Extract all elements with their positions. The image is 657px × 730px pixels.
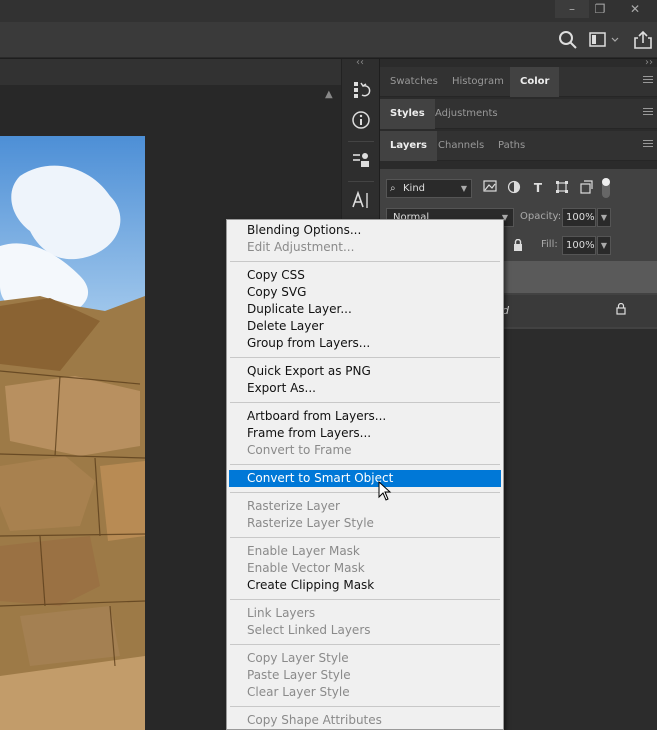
share-icon[interactable] xyxy=(633,30,653,50)
menu-item-copy-shape-attributes: Copy Shape Attributes xyxy=(247,713,382,727)
close-button[interactable]: ✕ xyxy=(618,0,652,18)
menu-item-edit-adjustment: Edit Adjustment... xyxy=(247,240,355,254)
tab-color[interactable]: Color xyxy=(510,67,560,97)
menu-item-select-linked-layers: Select Linked Layers xyxy=(247,623,371,637)
color-panel-tabs: Swatches Histogram Color xyxy=(380,67,657,97)
menu-separator xyxy=(230,402,500,403)
panel-menu-icon[interactable] xyxy=(643,140,653,150)
filter-shape-icon[interactable] xyxy=(554,180,570,196)
history-icon[interactable] xyxy=(346,75,376,105)
scroll-up-icon[interactable]: ▲ xyxy=(325,89,333,100)
menu-item-blending-options[interactable]: Blending Options... xyxy=(229,222,501,239)
layer-filter-row: ⌕ Kind ▼ T xyxy=(386,177,651,201)
menu-item-duplicate-layer[interactable]: Duplicate Layer... xyxy=(229,301,501,318)
character-icon[interactable] xyxy=(346,185,376,215)
menu-item-quick-export-as-png[interactable]: Quick Export as PNG xyxy=(229,363,501,380)
menu-item-clear-layer-style: Clear Layer Style xyxy=(247,685,350,699)
menu-item-copy-css[interactable]: Copy CSS xyxy=(229,267,501,284)
tab-swatches[interactable]: Swatches xyxy=(380,67,448,97)
menu-item-group-from-layers[interactable]: Group from Layers... xyxy=(229,335,501,352)
menu-item-convert-to-smart-object[interactable]: Convert to Smart Object xyxy=(229,470,501,487)
fill-label: Fill: xyxy=(541,239,558,250)
menu-separator xyxy=(230,464,500,465)
restore-button[interactable]: ❐ xyxy=(583,0,617,18)
workspace-icon[interactable] xyxy=(588,30,620,50)
layers-panel-tabs: Layers Channels Paths xyxy=(380,131,657,161)
tab-channels[interactable]: Channels xyxy=(428,131,494,161)
filter-kind-select[interactable]: ⌕ Kind ▼ xyxy=(386,179,472,198)
menu-item-enable-layer-mask: Enable Layer Mask xyxy=(247,544,360,558)
filter-kind-label: Kind xyxy=(403,183,426,194)
menu-item-enable-vector-mask: Enable Vector Mask xyxy=(247,561,365,575)
panel-menu-icon[interactable] xyxy=(643,108,653,118)
filter-type-icon[interactable]: T xyxy=(530,180,546,196)
document-tab-bar xyxy=(0,59,341,85)
menu-item-delete-layer[interactable]: Delete Layer xyxy=(229,318,501,335)
search-icon[interactable] xyxy=(558,30,578,50)
menu-item-rasterize-layer-style: Rasterize Layer Style xyxy=(247,516,374,530)
panel-menu-icon[interactable] xyxy=(643,76,653,86)
fill-dropdown[interactable]: ▼ xyxy=(597,236,611,255)
info-icon[interactable] xyxy=(346,105,376,135)
chevron-down-icon: ▼ xyxy=(460,184,467,193)
search-icon: ⌕ xyxy=(390,183,396,194)
lock-icon xyxy=(616,302,626,318)
title-bar: – ❐ ✕ xyxy=(0,0,657,22)
lock-all-icon[interactable] xyxy=(513,238,523,254)
layer-context-menu: Blending Options... Edit Adjustment... Cop… xyxy=(226,219,504,730)
menu-item-convert-to-frame: Convert to Frame xyxy=(247,443,352,457)
tab-paths[interactable]: Paths xyxy=(488,131,535,161)
menu-item-export-as[interactable]: Export As... xyxy=(229,380,501,397)
tool-separator xyxy=(348,141,374,142)
tool-separator xyxy=(348,181,374,182)
filter-toggle[interactable] xyxy=(602,178,610,198)
menu-item-create-clipping-mask[interactable]: Create Clipping Mask xyxy=(229,577,501,594)
mouse-cursor-icon xyxy=(378,480,392,501)
menu-separator xyxy=(230,357,500,358)
menu-item-link-layers: Link Layers xyxy=(247,606,316,620)
options-bar xyxy=(0,22,657,58)
menu-separator xyxy=(230,492,500,493)
opacity-input[interactable]: 100% xyxy=(562,208,596,227)
menu-item-rasterize-layer: Rasterize Layer xyxy=(247,499,340,513)
menu-separator xyxy=(230,706,500,707)
canvas-photo[interactable] xyxy=(0,136,145,730)
collapse-icon[interactable]: ‹‹ xyxy=(356,57,364,68)
menu-item-paste-layer-style: Paste Layer Style xyxy=(247,668,351,682)
tab-adjustments[interactable]: Adjustments xyxy=(425,99,508,129)
menu-separator xyxy=(230,261,500,262)
menu-separator xyxy=(230,644,500,645)
menu-item-copy-svg[interactable]: Copy SVG xyxy=(229,284,501,301)
opacity-dropdown[interactable]: ▼ xyxy=(597,208,611,227)
fill-input[interactable]: 100% xyxy=(562,236,596,255)
styles-panel-tabs: Styles Adjustments xyxy=(380,99,657,129)
properties-icon[interactable] xyxy=(346,145,376,175)
menu-item-frame-from-layers[interactable]: Frame from Layers... xyxy=(229,425,501,442)
menu-separator xyxy=(230,537,500,538)
tab-histogram[interactable]: Histogram xyxy=(442,67,514,97)
filter-pixel-icon[interactable] xyxy=(482,180,498,196)
menu-separator xyxy=(230,599,500,600)
filter-smart-object-icon[interactable] xyxy=(578,180,594,196)
menu-item-artboard-from-layers[interactable]: Artboard from Layers... xyxy=(229,408,501,425)
opacity-label: Opacity: xyxy=(520,211,562,222)
filter-adjustment-icon[interactable] xyxy=(506,180,522,196)
menu-item-copy-layer-style: Copy Layer Style xyxy=(247,651,349,665)
